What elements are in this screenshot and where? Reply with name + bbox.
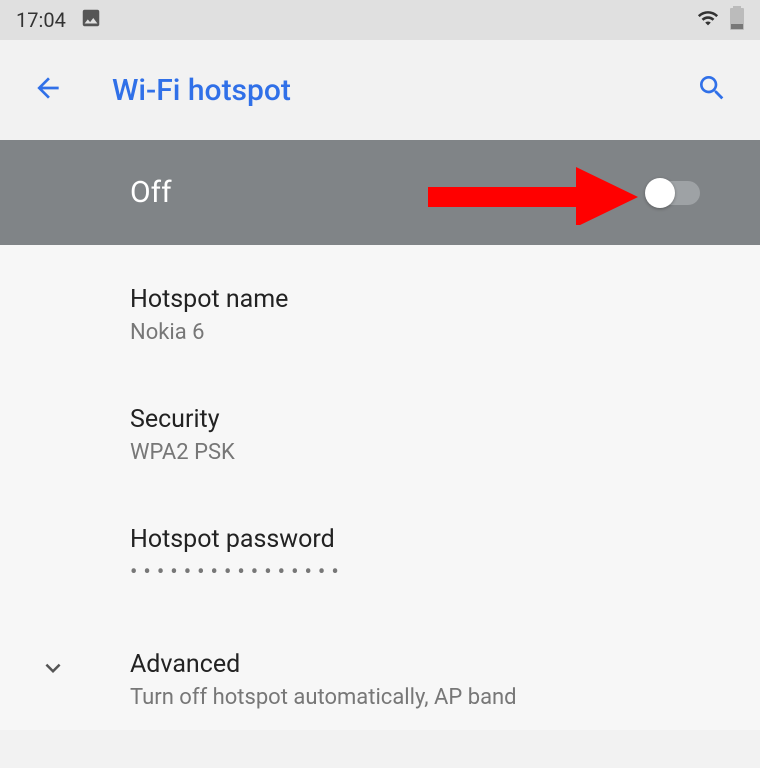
status-right	[696, 6, 744, 34]
hotspot-switch[interactable]	[648, 181, 700, 205]
security-title: Security	[130, 405, 720, 434]
hotspot-name-title: Hotspot name	[130, 285, 720, 314]
security-item[interactable]: Security WPA2 PSK	[130, 365, 720, 485]
advanced-title: Advanced	[130, 650, 720, 679]
wifi-icon	[696, 7, 720, 33]
password-masked: ••••••••••••••••	[130, 560, 720, 585]
hotspot-name-value: Nokia 6	[130, 320, 720, 345]
app-header: Wi-Fi hotspot	[0, 40, 760, 140]
battery-icon	[730, 6, 744, 34]
settings-list: Hotspot name Nokia 6 Security WPA2 PSK H…	[0, 245, 760, 730]
search-button[interactable]	[688, 66, 736, 114]
password-title: Hotspot password	[130, 525, 720, 554]
status-left: 17:04	[16, 7, 102, 33]
hotspot-name-item[interactable]: Hotspot name Nokia 6	[130, 245, 720, 365]
toggle-state-label: Off	[130, 175, 172, 210]
back-button[interactable]	[24, 66, 72, 114]
security-value: WPA2 PSK	[130, 440, 720, 465]
hotspot-toggle-row[interactable]: Off	[0, 140, 760, 245]
search-icon	[696, 72, 728, 108]
advanced-subtitle: Turn off hotspot automatically, AP band	[130, 685, 720, 710]
status-bar: 17:04	[0, 0, 760, 40]
image-icon	[80, 7, 102, 33]
status-time: 17:04	[16, 8, 66, 32]
advanced-item[interactable]: Advanced Turn off hotspot automatically,…	[130, 605, 720, 730]
chevron-down-icon	[38, 653, 68, 687]
password-item[interactable]: Hotspot password ••••••••••••••••	[130, 485, 720, 605]
arrow-back-icon	[32, 72, 64, 108]
switch-thumb	[645, 178, 675, 208]
page-title: Wi-Fi hotspot	[112, 73, 688, 108]
